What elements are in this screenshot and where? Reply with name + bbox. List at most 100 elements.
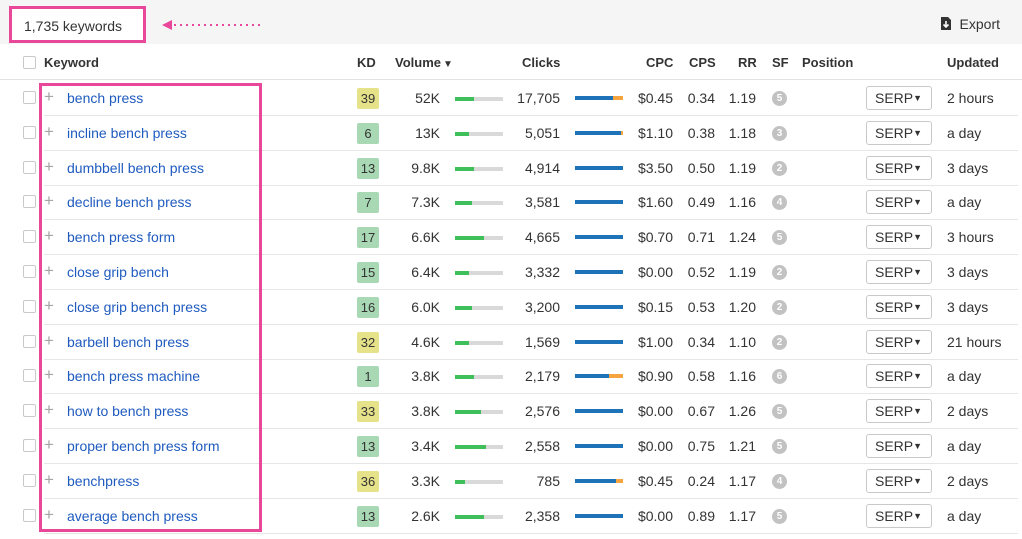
- keyword-link[interactable]: bench press form: [67, 229, 175, 245]
- volume-value: 13K: [415, 124, 440, 141]
- kd-badge: 17: [357, 227, 379, 249]
- serp-features-badge[interactable]: 5: [772, 91, 787, 106]
- table-row: + decline bench press 7 7.3K 3,581 $1.60 0.49 1…: [0, 185, 1022, 221]
- keyword-link[interactable]: bench press: [67, 90, 143, 106]
- row-checkbox[interactable]: [23, 91, 36, 104]
- add-to-list-icon[interactable]: +: [44, 227, 54, 244]
- serp-dropdown-button[interactable]: SERP ▼: [866, 225, 932, 250]
- add-to-list-icon[interactable]: +: [44, 297, 54, 314]
- volume-bar-fill: [455, 305, 472, 310]
- serp-dropdown-button[interactable]: SERP ▼: [866, 503, 932, 528]
- serp-features-badge[interactable]: 2: [772, 160, 787, 176]
- keyword-link[interactable]: incline bench press: [67, 125, 187, 141]
- add-to-list-icon[interactable]: +: [44, 401, 54, 418]
- add-to-list-icon[interactable]: +: [44, 88, 54, 105]
- row-checkbox[interactable]: [23, 299, 36, 313]
- serp-features-badge[interactable]: 5: [772, 439, 787, 454]
- serp-dropdown-button[interactable]: SERP ▼: [866, 364, 932, 389]
- serp-features-badge[interactable]: 2: [772, 299, 787, 315]
- keyword-link[interactable]: how to bench press: [67, 403, 188, 419]
- column-kd[interactable]: KD: [357, 55, 376, 70]
- column-rr[interactable]: RR: [738, 55, 757, 70]
- serp-dropdown-button[interactable]: SERP ▼: [866, 155, 932, 180]
- keyword-link[interactable]: proper bench press form: [67, 438, 220, 454]
- row-checkbox[interactable]: [23, 473, 36, 487]
- column-clicks[interactable]: Clicks: [522, 55, 560, 70]
- row-checkbox[interactable]: [23, 439, 36, 452]
- kd-badge: 15: [357, 262, 379, 283]
- row-checkbox[interactable]: [23, 125, 36, 139]
- column-updated[interactable]: Updated: [947, 55, 999, 70]
- column-cps[interactable]: CPS: [689, 55, 716, 70]
- cps-value: 0.38: [687, 124, 715, 141]
- clicks-organic-fill: [575, 409, 623, 414]
- serp-dropdown-button[interactable]: SERP ▼: [866, 260, 932, 284]
- add-to-list-icon[interactable]: +: [44, 506, 54, 523]
- serp-features-badge[interactable]: 5: [772, 508, 787, 524]
- serp-features-badge[interactable]: 3: [772, 125, 787, 141]
- serp-features-badge[interactable]: 6: [772, 369, 787, 385]
- add-to-list-icon[interactable]: +: [44, 366, 54, 383]
- serp-dropdown-button[interactable]: SERP ▼: [866, 190, 932, 215]
- table-row: + close grip bench 15 6.4K 3,332 $0.00 0.52 1.1…: [0, 255, 1022, 290]
- cps-value: 0.67: [687, 403, 715, 420]
- column-volume[interactable]: Volume ▼: [395, 55, 453, 70]
- cpc-value: $3.50: [637, 159, 673, 176]
- clicks-bar: [575, 270, 623, 274]
- serp-features-badge[interactable]: 4: [772, 473, 787, 489]
- keyword-link[interactable]: decline bench press: [67, 194, 192, 210]
- keyword-link[interactable]: close grip bench: [67, 264, 169, 280]
- add-to-list-icon[interactable]: +: [44, 158, 54, 175]
- clicks-paid-fill: [609, 374, 623, 379]
- serp-label: SERP: [875, 124, 914, 141]
- clicks-bar: [575, 130, 623, 135]
- keyword-link[interactable]: barbell bench press: [67, 334, 189, 350]
- row-checkbox[interactable]: [23, 265, 36, 278]
- add-to-list-icon[interactable]: +: [44, 471, 54, 488]
- rr-value: 1.16: [728, 368, 756, 385]
- row-checkbox[interactable]: [23, 230, 36, 244]
- serp-features-badge[interactable]: 2: [772, 334, 787, 350]
- row-checkbox[interactable]: [23, 508, 36, 522]
- updated-value: 21 hours: [947, 333, 1002, 350]
- add-to-list-icon[interactable]: +: [44, 332, 54, 349]
- row-checkbox[interactable]: [23, 334, 36, 348]
- column-keyword[interactable]: Keyword: [44, 55, 99, 70]
- serp-dropdown-button[interactable]: SERP ▼: [866, 468, 932, 493]
- column-position[interactable]: Position: [802, 55, 853, 70]
- column-cpc[interactable]: CPC: [646, 55, 673, 70]
- clicks-value: 2,179: [524, 368, 560, 385]
- add-to-list-icon[interactable]: +: [44, 123, 54, 140]
- serp-features-badge[interactable]: 2: [772, 265, 787, 280]
- rr-value: 1.19: [728, 159, 756, 176]
- add-to-list-icon[interactable]: +: [44, 192, 54, 209]
- add-to-list-icon[interactable]: +: [44, 262, 54, 279]
- select-all-checkbox[interactable]: [23, 56, 36, 69]
- keyword-link[interactable]: benchpress: [67, 473, 139, 489]
- row-checkbox[interactable]: [23, 160, 36, 174]
- row-checkbox[interactable]: [23, 369, 36, 383]
- cpc-value: $0.00: [637, 403, 673, 420]
- serp-features-badge[interactable]: 4: [772, 195, 787, 211]
- serp-dropdown-button[interactable]: SERP ▼: [866, 329, 932, 354]
- serp-dropdown-button[interactable]: SERP ▼: [866, 434, 932, 458]
- keyword-link[interactable]: average bench press: [67, 508, 198, 524]
- row-checkbox[interactable]: [23, 404, 36, 418]
- add-to-list-icon[interactable]: +: [44, 436, 54, 453]
- serp-dropdown-button[interactable]: SERP ▼: [866, 399, 932, 424]
- keyword-link[interactable]: close grip bench press: [67, 299, 207, 315]
- serp-dropdown-button[interactable]: SERP ▼: [866, 120, 932, 145]
- export-button[interactable]: Export: [940, 16, 1000, 32]
- serp-label: SERP: [875, 90, 914, 106]
- serp-dropdown-button[interactable]: SERP ▼: [866, 86, 932, 110]
- keyword-link[interactable]: bench press machine: [67, 368, 200, 384]
- cpc-value: $0.45: [637, 90, 673, 106]
- serp-dropdown-button[interactable]: SERP ▼: [866, 294, 932, 319]
- kd-badge: 13: [357, 436, 379, 457]
- rr-value: 1.24: [728, 229, 756, 246]
- serp-features-badge[interactable]: 5: [772, 404, 787, 420]
- row-checkbox[interactable]: [23, 195, 36, 209]
- keyword-link[interactable]: dumbbell bench press: [67, 160, 204, 176]
- column-sf[interactable]: SF: [772, 55, 789, 70]
- serp-features-badge[interactable]: 5: [772, 230, 787, 246]
